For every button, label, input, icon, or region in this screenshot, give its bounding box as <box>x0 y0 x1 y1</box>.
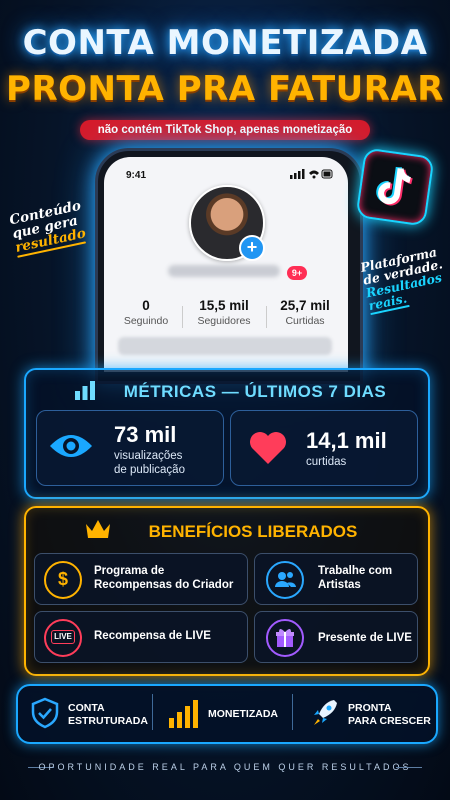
bottom-divider <box>292 694 293 730</box>
metric-views-label1: visualizações <box>114 450 183 462</box>
metrics-title: MÉTRICAS — ÚLTIMOS 7 DIAS <box>123 382 387 401</box>
status-time: 9:41 <box>126 170 147 181</box>
side-text-left: Conteúdo que gera resultado <box>8 197 96 258</box>
benefit-line1: Programa de <box>94 565 165 577</box>
blurred-username <box>168 265 280 277</box>
bottom-item-ready-to-grow: PRONTA PARA CRESCER <box>348 702 431 727</box>
bottom-item-monetized: MONETIZADA <box>208 708 278 720</box>
shield-check-icon <box>31 697 59 729</box>
benefit-line2: Recompensas do Criador <box>94 578 234 591</box>
bottom-line2: PARA CRESCER <box>348 714 431 727</box>
metric-likes-value: 14,1 mil <box>306 428 387 453</box>
dollar-coin-icon: $ <box>44 561 82 599</box>
tiktok-note-icon <box>376 166 413 206</box>
bars-icon <box>169 700 198 728</box>
stat-divider <box>266 306 267 328</box>
stat-label: Seguidores <box>197 315 251 327</box>
metric-views-label2: de publicação <box>114 464 185 476</box>
stat-followers[interactable]: 15,5 mil Seguidores <box>189 298 259 327</box>
rocket-icon <box>314 700 337 725</box>
stat-likes[interactable]: 25,7 mil Curtidas <box>270 298 340 327</box>
bottom-line1: PRONTA <box>348 702 392 714</box>
stat-value: 15,5 mil <box>199 298 249 313</box>
blurred-bio <box>118 337 332 355</box>
disclaimer-pill: não contém TikTok Shop, apenas monetizaç… <box>80 120 370 140</box>
bottom-line1: CONTA <box>68 702 105 714</box>
notification-badge: 9+ <box>287 266 307 280</box>
tiktok-logo <box>355 147 435 227</box>
heart-icon <box>250 432 286 464</box>
eye-icon <box>50 435 92 457</box>
follow-plus-button[interactable]: + <box>239 235 265 261</box>
stat-following[interactable]: 0 Seguindo <box>111 298 181 327</box>
benefit-label: Trabalhe com Artistas <box>318 565 392 593</box>
stat-label: Seguindo <box>123 315 169 327</box>
live-icon: LIVE <box>44 619 82 657</box>
bottom-divider <box>152 694 153 730</box>
people-icon <box>266 561 304 599</box>
benefits-title: BENEFÍCIOS LIBERADOS <box>148 522 358 541</box>
stat-label: Curtidas <box>285 315 325 327</box>
status-icons <box>290 169 333 179</box>
metric-views-value: 73 mil <box>114 422 177 447</box>
bottom-line2: ESTRUTURADA <box>68 714 148 727</box>
benefit-label: Presente de LIVE <box>318 632 412 644</box>
benefit-line1: Trabalhe com <box>318 565 393 577</box>
benefit-label: Programa de Recompensas do Criador <box>94 565 233 593</box>
benefit-label: Recompensa de LIVE <box>94 630 211 642</box>
bottom-item-structured: CONTA ESTRUTURADA <box>68 702 148 727</box>
side-text-right: Plataforma de verdade. Resultados reais. <box>359 244 450 315</box>
stat-value: 0 <box>142 298 150 313</box>
metric-likes-label1: curtidas <box>306 456 347 468</box>
stat-divider <box>182 306 183 328</box>
gift-icon <box>266 619 304 657</box>
footer-tagline: OPORTUNIDADE REAL PARA QUEM QUER RESULTA… <box>38 762 412 772</box>
benefit-line2: Artistas <box>318 578 361 591</box>
footer-line-right <box>396 767 422 768</box>
stat-value: 25,7 mil <box>280 298 330 313</box>
headline-line1: CONTA MONETIZADA <box>22 23 428 63</box>
headline-line2: PRONTA PRA FATURAR <box>6 69 444 109</box>
